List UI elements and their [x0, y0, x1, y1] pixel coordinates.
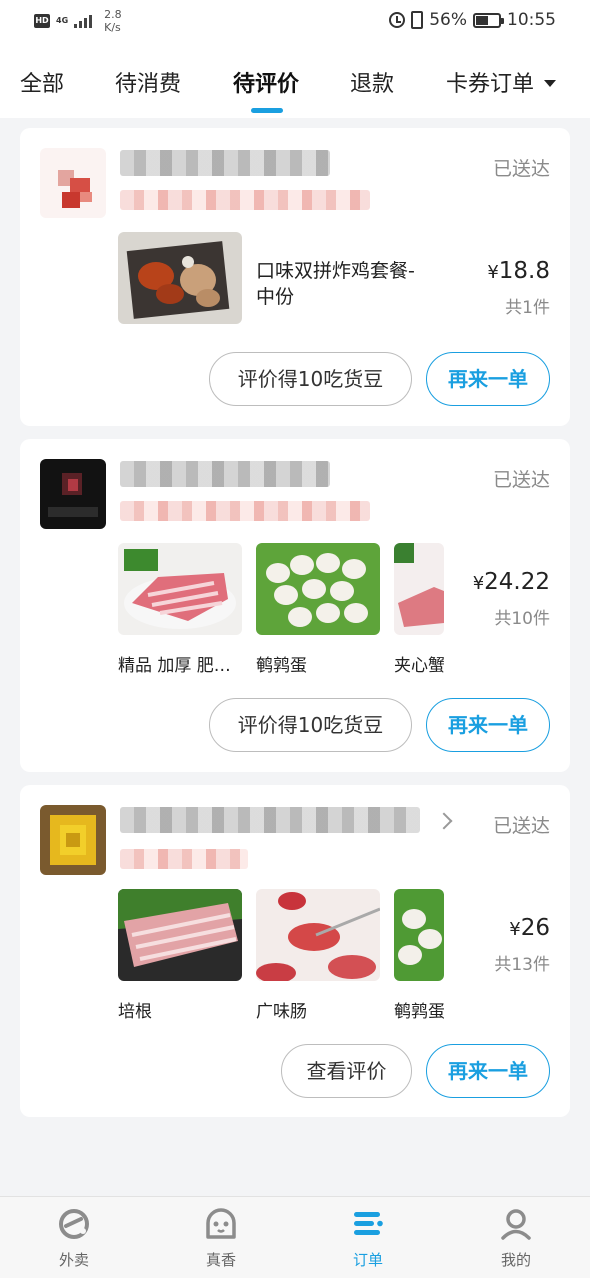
price-symbol: ¥: [509, 919, 521, 940]
order-price: ¥24.22: [473, 569, 550, 595]
item-label: 精品 加厚 肥…: [118, 656, 231, 676]
item-label: 夹心蟹: [394, 656, 444, 676]
order-price: ¥26: [509, 915, 550, 941]
view-review-button[interactable]: 查看评价: [281, 1044, 412, 1098]
order-tabs: 全部 待消费 待评价 退款 卡券订单: [0, 42, 590, 118]
shop-promo-redacted: [120, 849, 248, 869]
order-price: ¥18.8: [487, 258, 550, 284]
nav-profile[interactable]: 我的: [442, 1197, 590, 1278]
nav-zhenxiang[interactable]: 真香: [147, 1197, 295, 1278]
nav-takeout[interactable]: 外卖: [0, 1197, 148, 1278]
status-left: HD 4G 2.8 K/s: [34, 8, 122, 34]
review-button[interactable]: 评价得10吃货豆: [209, 352, 412, 406]
order-status: 已送达: [492, 815, 550, 837]
shop-name-redacted[interactable]: [120, 461, 330, 487]
alarm-icon: [389, 12, 406, 28]
order-card[interactable]: 已送达 精品 加厚 肥… 鹌鹑蛋 夹心蟹 ¥24.22 共10件 评价得10吃货…: [20, 439, 570, 772]
speed-unit: K/s: [104, 21, 121, 34]
tab-voucher-orders[interactable]: 卡券订单: [446, 66, 557, 98]
item-label: 鹌鹑蛋: [256, 656, 307, 676]
shop-promo-redacted: [120, 190, 370, 210]
nav-label: 外卖: [58, 1251, 89, 1269]
chevron-right-icon[interactable]: [435, 812, 453, 830]
nav-label: 我的: [500, 1251, 531, 1269]
status-bar: HD 4G 2.8 K/s 56% 10:55: [0, 0, 590, 42]
profile-icon: [501, 1209, 531, 1240]
food-image[interactable]: [118, 889, 242, 981]
price-value: 24.22: [484, 569, 550, 595]
item-label: 鹌鹑蛋: [394, 1002, 444, 1022]
food-image[interactable]: [118, 543, 242, 635]
order-card[interactable]: 已送达 培根 广味肠 鹌鹑蛋 ¥26 共13件 查看评价 再来一单: [20, 785, 570, 1117]
nav-label: 订单: [352, 1251, 383, 1269]
food-image[interactable]: [256, 889, 380, 981]
shop-logo[interactable]: [40, 148, 106, 218]
shop-logo[interactable]: [40, 805, 106, 875]
clock: 10:55: [507, 10, 556, 30]
vibrate-icon: [411, 11, 424, 29]
hd-icon: HD: [34, 14, 50, 28]
orders-icon: [354, 1212, 383, 1235]
tab-all[interactable]: 全部: [20, 66, 64, 98]
order-quantity: 共10件: [494, 609, 550, 629]
price-value: 18.8: [498, 258, 550, 284]
battery-percent: 56%: [429, 10, 467, 30]
order-quantity: 共1件: [505, 298, 550, 318]
order-status: 已送达: [492, 158, 550, 180]
tab-to-consume[interactable]: 待消费: [115, 66, 181, 98]
review-button[interactable]: 评价得10吃货豆: [209, 698, 412, 752]
network-speed: 2.8 K/s: [104, 8, 122, 34]
item-title: 口味双拼炸鸡套餐-中份: [256, 260, 415, 308]
reorder-button[interactable]: 再来一单: [426, 698, 550, 752]
shop-name-redacted[interactable]: [120, 150, 330, 176]
tab-voucher-label: 卡券订单: [446, 72, 535, 97]
shop-promo-redacted: [120, 501, 370, 521]
takeout-icon: [59, 1209, 89, 1239]
active-tab-indicator: [251, 108, 283, 113]
caret-down-icon: [544, 79, 557, 87]
price-symbol: ¥: [472, 573, 485, 594]
item-label: 广味肠: [256, 1002, 307, 1022]
order-quantity: 共13件: [494, 955, 550, 975]
shop-name-redacted[interactable]: [120, 807, 420, 833]
network-type: 4G: [56, 16, 69, 25]
order-status: 已送达: [492, 469, 550, 491]
reorder-button[interactable]: 再来一单: [426, 1044, 550, 1098]
speed-value: 2.8: [104, 8, 122, 21]
bottom-navigation: 外卖 真香 订单 我的: [0, 1196, 590, 1278]
price-symbol: ¥: [487, 262, 499, 283]
food-image[interactable]: [256, 543, 380, 635]
food-image[interactable]: [118, 232, 242, 324]
zhenxiang-icon: [206, 1208, 236, 1239]
reorder-button[interactable]: 再来一单: [426, 352, 550, 406]
item-label: 培根: [118, 1002, 152, 1022]
food-image[interactable]: [394, 889, 444, 981]
nav-orders[interactable]: 订单: [294, 1197, 442, 1278]
shop-logo[interactable]: [40, 459, 106, 529]
tab-refund[interactable]: 退款: [350, 66, 394, 98]
price-value: 26: [520, 915, 550, 941]
food-image[interactable]: [394, 543, 444, 635]
order-card[interactable]: 已送达 口味双拼炸鸡套餐-中份 ¥18.8 共1件 评价得10吃货豆 再来一单: [20, 128, 570, 426]
tab-to-review[interactable]: 待评价: [233, 66, 299, 98]
signal-icon: [74, 14, 93, 28]
nav-label: 真香: [205, 1251, 236, 1269]
status-right: 56% 10:55: [389, 10, 556, 30]
battery-icon: [473, 12, 504, 28]
